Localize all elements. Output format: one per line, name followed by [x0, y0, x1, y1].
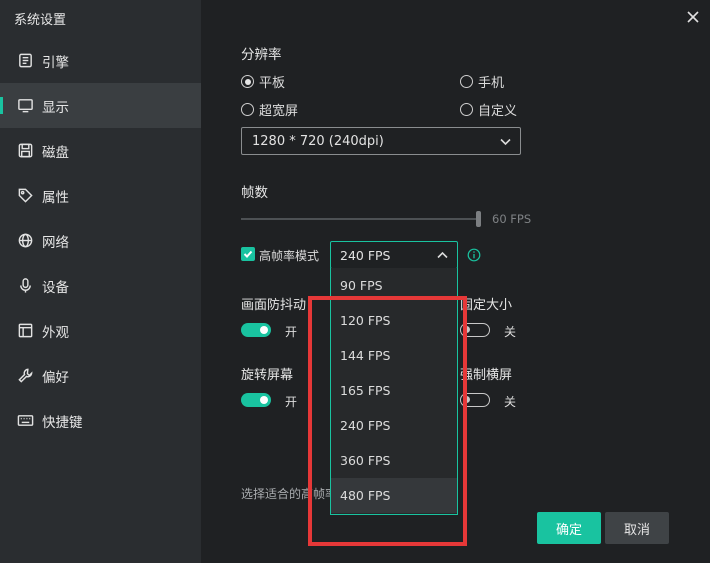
- sidebar-item-preferences[interactable]: 偏好: [0, 353, 201, 398]
- resolution-title: 分辨率: [241, 47, 282, 63]
- anti-shake-title: 画面防抖动: [241, 298, 307, 313]
- radio-custom[interactable]: 自定义: [460, 100, 517, 119]
- sidebar-nav: 引擎 显示 磁盘 属性 网络 设备 外观 偏好 快捷键: [0, 38, 201, 443]
- radio-label: 自定义: [478, 104, 518, 119]
- sidebar-item-device[interactable]: 设备: [0, 263, 201, 308]
- layout-icon: [16, 322, 34, 340]
- fps-slider-handle[interactable]: [476, 211, 481, 227]
- sidebar-item-disk[interactable]: 磁盘: [0, 128, 201, 173]
- fps-dropdown-list: 90 FPS 120 FPS 144 FPS 165 FPS 240 FPS 3…: [330, 268, 458, 515]
- cancel-button[interactable]: 取消: [605, 512, 669, 544]
- rotate-state: 开: [285, 395, 298, 409]
- sidebar-item-label: 磁盘: [42, 144, 69, 161]
- force-landscape-toggle[interactable]: [460, 393, 490, 407]
- fps-option[interactable]: 240 FPS: [331, 408, 457, 443]
- fixed-size-title: 固定大小: [460, 298, 513, 313]
- radio-dot: [241, 103, 254, 116]
- window-title: 系统设置: [14, 13, 67, 28]
- globe-icon: [16, 232, 34, 250]
- sidebar-item-properties[interactable]: 属性: [0, 173, 201, 218]
- close-button[interactable]: [682, 6, 704, 28]
- radio-dot: [460, 103, 473, 116]
- fps-select[interactable]: 240 FPS: [330, 241, 458, 269]
- chevron-down-icon: [499, 135, 512, 148]
- ok-button[interactable]: 确定: [537, 512, 601, 544]
- sidebar-item-engine[interactable]: 引擎: [0, 38, 201, 83]
- high-fps-checkbox[interactable]: [241, 247, 255, 261]
- sidebar-item-label: 引擎: [42, 54, 69, 71]
- resolution-select-value: 1280 * 720 (240dpi): [252, 133, 384, 149]
- tag-icon: [16, 187, 34, 205]
- settings-window: 系统设置 引擎 显示 磁盘 属性 网络 设备 外观 偏好 快捷键 分辨率 平板 …: [0, 0, 710, 563]
- radio-label: 平板: [259, 76, 286, 91]
- rotate-toggle[interactable]: [241, 393, 271, 407]
- anti-shake-toggle[interactable]: [241, 323, 271, 337]
- high-fps-label: 高帧率模式: [259, 249, 320, 263]
- radio-label: 手机: [478, 76, 505, 91]
- sidebar-item-label: 显示: [42, 99, 69, 116]
- wrench-icon: [16, 367, 34, 385]
- fps-option[interactable]: 360 FPS: [331, 443, 457, 478]
- sidebar-item-label: 网络: [42, 234, 69, 251]
- fps-slider-value: 60 FPS: [492, 212, 532, 226]
- fixed-size-toggle[interactable]: [460, 323, 490, 337]
- radio-dot: [241, 75, 254, 88]
- radio-ultrawide[interactable]: 超宽屏: [241, 100, 298, 119]
- resolution-select[interactable]: 1280 * 720 (240dpi): [241, 127, 521, 155]
- anti-shake-state: 开: [285, 325, 298, 339]
- fps-option[interactable]: 165 FPS: [331, 373, 457, 408]
- fps-option[interactable]: 120 FPS: [331, 303, 457, 338]
- engine-icon: [16, 52, 34, 70]
- fps-option[interactable]: 480 FPS: [331, 478, 457, 513]
- force-landscape-title: 强制横屏: [460, 368, 513, 383]
- sidebar-item-shortcuts[interactable]: 快捷键: [0, 398, 201, 443]
- rotate-title: 旋转屏幕: [241, 368, 294, 383]
- sidebar-item-label: 外观: [42, 324, 69, 341]
- sidebar-item-label: 偏好: [42, 369, 69, 386]
- sidebar-item-label: 属性: [42, 189, 69, 206]
- microphone-icon: [16, 277, 34, 295]
- monitor-icon: [16, 97, 34, 115]
- chevron-up-icon: [436, 249, 449, 262]
- force-landscape-state: 关: [504, 395, 517, 409]
- sidebar: 系统设置 引擎 显示 磁盘 属性 网络 设备 外观 偏好 快捷键: [0, 0, 201, 563]
- framerate-title: 帧数: [241, 185, 268, 201]
- fixed-size-state: 关: [504, 325, 517, 339]
- radio-tablet[interactable]: 平板: [241, 72, 285, 91]
- fps-slider-track[interactable]: [241, 218, 479, 220]
- info-icon[interactable]: [467, 248, 481, 262]
- check-icon: [243, 250, 253, 258]
- keyboard-icon: [16, 412, 34, 430]
- sidebar-item-network[interactable]: 网络: [0, 218, 201, 263]
- hint-text: 选择适合的高帧率: [241, 487, 333, 501]
- fps-select-value: 240 FPS: [340, 247, 391, 263]
- sidebar-item-appearance[interactable]: 外观: [0, 308, 201, 353]
- fps-option[interactable]: 144 FPS: [331, 338, 457, 373]
- radio-label: 超宽屏: [259, 104, 299, 119]
- sidebar-item-display[interactable]: 显示: [0, 83, 201, 128]
- fps-option[interactable]: 90 FPS: [331, 268, 457, 303]
- radio-dot: [460, 75, 473, 88]
- close-icon: [687, 11, 699, 23]
- sidebar-item-label: 快捷键: [42, 414, 83, 431]
- sidebar-item-label: 设备: [42, 279, 69, 296]
- radio-phone[interactable]: 手机: [460, 72, 504, 91]
- disk-icon: [16, 142, 34, 160]
